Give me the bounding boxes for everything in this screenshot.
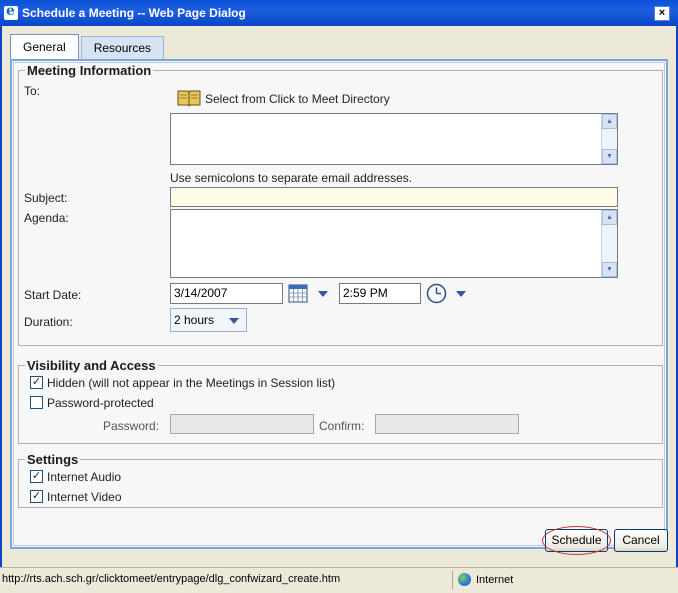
chevron-down-icon[interactable]: [229, 318, 239, 324]
confirm-label: Confirm:: [319, 419, 365, 433]
visibility-legend: Visibility and Access: [27, 358, 156, 373]
tab-general[interactable]: General: [10, 34, 79, 60]
security-zone: Internet: [476, 573, 514, 586]
tab-strip: General Resources: [10, 34, 166, 60]
settings-legend: Settings: [27, 452, 79, 467]
book-icon[interactable]: [176, 88, 202, 107]
subject-label: Subject:: [24, 191, 68, 205]
scroll-up-icon[interactable]: ▲: [602, 210, 617, 225]
status-url: http://rts.ach.sch.gr/clicktomeet/entryp…: [2, 573, 341, 585]
scroll-down-icon[interactable]: ▼: [602, 149, 617, 164]
internet-audio-label: Internet Audio: [47, 470, 122, 484]
internet-video-label: Internet Video: [47, 490, 122, 504]
cancel-button[interactable]: Cancel: [614, 529, 668, 552]
highlight-circle: [542, 526, 611, 555]
internet-audio-checkbox[interactable]: ✓: [30, 470, 43, 483]
password-label: Password:: [103, 419, 160, 433]
agenda-scrollbar[interactable]: ▲ ▼: [601, 210, 617, 277]
password-protected-checkbox[interactable]: [30, 396, 43, 409]
password-input: [170, 414, 314, 434]
hidden-label: Hidden (will not appear in the Meetings …: [47, 376, 336, 390]
dialog-body: General Resources Meeting Information To…: [0, 26, 678, 567]
to-input[interactable]: ▲ ▼: [170, 113, 618, 165]
status-bar: http://rts.ach.sch.gr/clicktomeet/entryp…: [0, 567, 678, 593]
subject-input[interactable]: [170, 187, 618, 207]
duration-value: 2 hours: [174, 313, 215, 327]
internet-video-checkbox[interactable]: ✓: [30, 490, 43, 503]
directory-link[interactable]: Select from Click to Meet Directory: [205, 92, 390, 106]
duration-select[interactable]: 2 hours: [170, 308, 247, 332]
to-scrollbar[interactable]: ▲ ▼: [601, 114, 617, 164]
meeting-information-legend: Meeting Information: [27, 63, 152, 78]
agenda-input[interactable]: ▲ ▼: [170, 209, 618, 278]
title-bar: Schedule a Meeting -- Web Page Dialog ×: [0, 0, 678, 26]
scroll-down-icon[interactable]: ▼: [602, 262, 617, 277]
email-hint: Use semicolons to separate email address…: [170, 171, 413, 185]
clock-icon[interactable]: [426, 283, 447, 304]
password-protected-label: Password-protected: [47, 396, 154, 410]
scroll-up-icon[interactable]: ▲: [602, 114, 617, 129]
calendar-icon[interactable]: [288, 284, 308, 303]
time-dropdown-icon[interactable]: [456, 291, 466, 297]
agenda-label: Agenda:: [24, 211, 69, 225]
globe-icon: [458, 573, 471, 586]
hidden-checkbox[interactable]: ✓: [30, 376, 43, 389]
window-title: Schedule a Meeting -- Web Page Dialog: [22, 6, 246, 20]
start-time-input[interactable]: 2:59 PM: [339, 283, 421, 304]
close-button[interactable]: ×: [654, 5, 670, 21]
ie-icon: [4, 3, 18, 20]
to-label: To:: [24, 84, 41, 98]
start-date-label: Start Date:: [24, 288, 82, 302]
calendar-dropdown-icon[interactable]: [318, 291, 328, 297]
tab-resources[interactable]: Resources: [80, 36, 165, 60]
start-date-input[interactable]: 3/14/2007: [170, 283, 283, 304]
duration-label: Duration:: [24, 315, 73, 329]
confirm-input: [375, 414, 519, 434]
general-panel: Meeting Information To: Select from Clic…: [10, 59, 668, 549]
schedule-button[interactable]: Schedule: [542, 526, 611, 555]
